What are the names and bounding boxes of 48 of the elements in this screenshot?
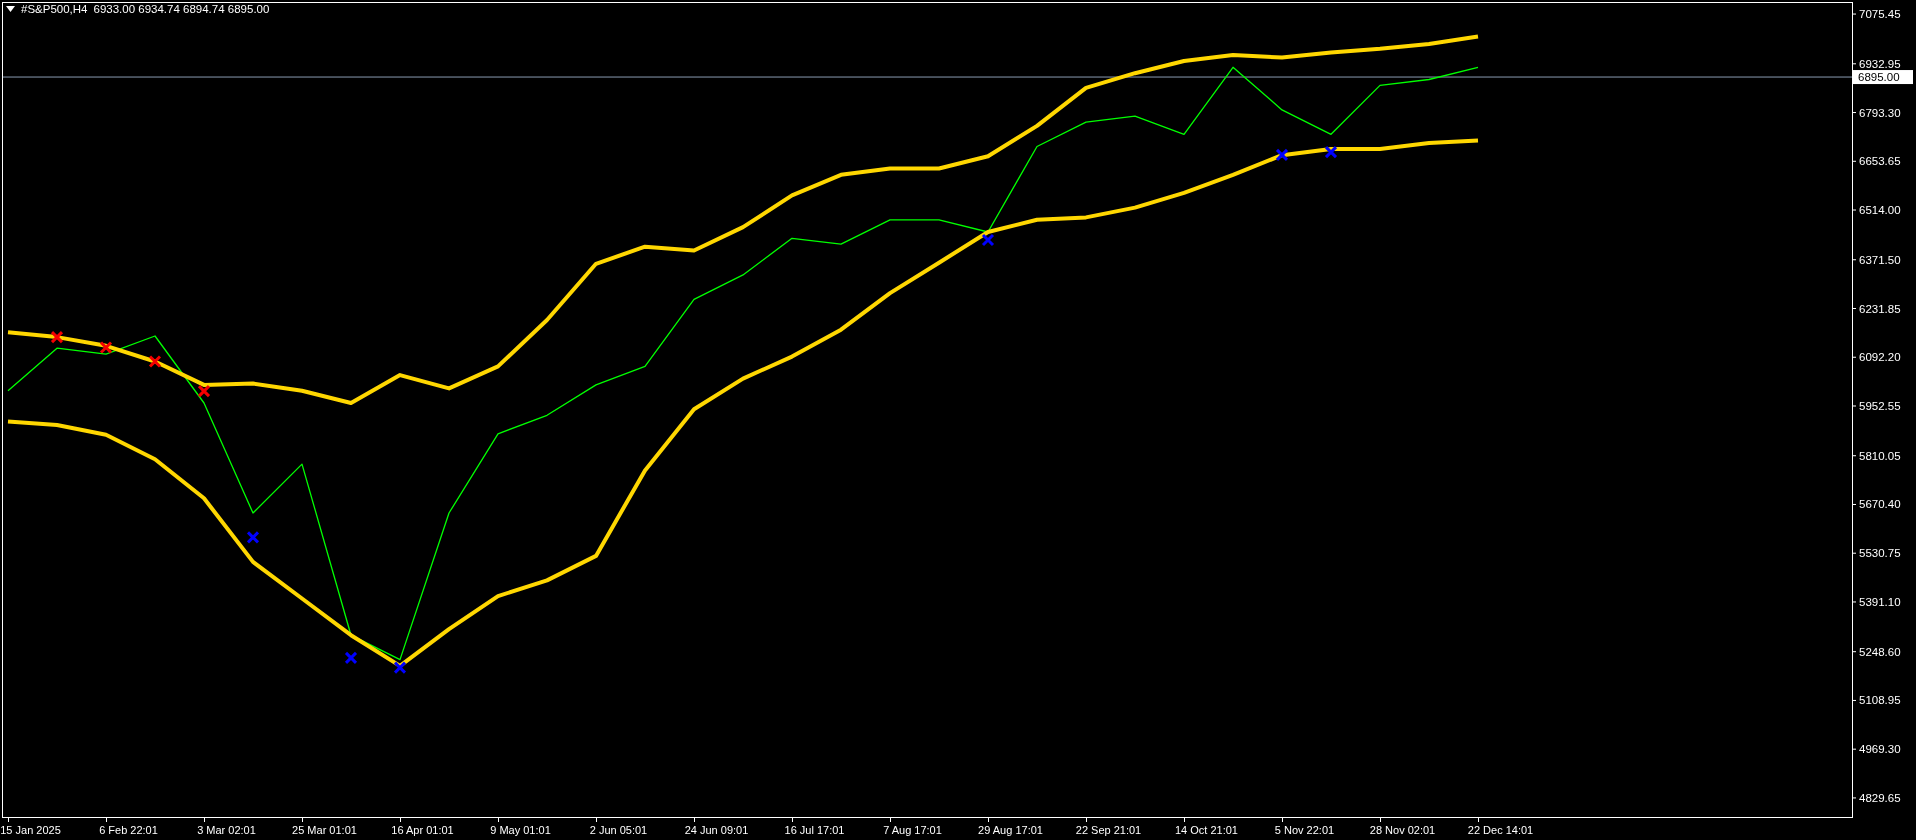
ref-line-label: 6895.00 <box>1858 71 1900 84</box>
price-axis-label: 6231.85 <box>1859 302 1901 315</box>
symbol-label: #S&P500,H4 <box>21 3 88 15</box>
time-axis-label: 24 Jun 09:01 <box>684 824 749 836</box>
time-axis-label: 7 Aug 17:01 <box>883 824 942 836</box>
time-axis-label: 22 Sep 21:01 <box>1075 824 1142 836</box>
price-axis-label: 5530.75 <box>1859 547 1901 560</box>
time-axis-label: 3 Mar 02:01 <box>197 824 256 836</box>
signal-cross-icon <box>1275 148 1289 162</box>
price-axis-label: 5952.55 <box>1859 400 1901 412</box>
price-axis-label: 6092.20 <box>1859 351 1901 364</box>
price-axis-label: 6371.50 <box>1859 253 1901 266</box>
time-axis-label: 16 Apr 01:01 <box>391 824 454 836</box>
time-axis-label: 16 Jul 17:01 <box>784 824 845 836</box>
price-quote: 6933.00 6934.74 6894.74 6895.00 <box>93 3 270 15</box>
signal-cross-icon <box>1324 145 1338 159</box>
price-axis-label: 4829.65 <box>1859 791 1901 804</box>
signal-cross-icon <box>50 330 64 344</box>
time-axis-label: 9 May 01:01 <box>490 824 551 836</box>
signal-cross-icon <box>393 661 407 675</box>
time-axis-label: 29 Aug 17:01 <box>978 824 1043 836</box>
price-axis-label: 5248.60 <box>1859 645 1901 658</box>
time-axis-label: 6 Feb 22:01 <box>99 824 158 836</box>
signal-cross-icon <box>246 530 260 544</box>
signal-cross-icon <box>344 651 358 665</box>
time-axis-label: 14 Oct 21:01 <box>1175 824 1238 836</box>
time-axis-label: 2 Jun 05:01 <box>589 824 648 836</box>
price-axis-label: 6793.30 <box>1859 106 1901 119</box>
price-axis-label: 5810.05 <box>1859 449 1901 462</box>
time-axis-label: 28 Nov 02:01 <box>1369 824 1436 836</box>
time-axis-label: 22 Dec 14:01 <box>1467 824 1534 836</box>
signal-cross-icon <box>981 233 995 247</box>
time-axis-label: 5 Nov 22:01 <box>1274 824 1335 836</box>
price-axis-label: 5670.40 <box>1859 498 1901 511</box>
price-axis-label: 6932.95 <box>1859 57 1901 70</box>
time-axis-label: 25 Mar 01:01 <box>292 824 357 836</box>
price-axis-label: 5391.10 <box>1859 595 1901 608</box>
signal-cross-icon <box>197 384 211 398</box>
dropdown-triangle-icon[interactable] <box>6 6 15 12</box>
price-axis-label: 6514.00 <box>1859 204 1901 217</box>
price-axis-label: 4969.30 <box>1859 743 1901 756</box>
time-axis-label: 15 Jan 2025 <box>0 824 61 836</box>
current-price-label: 6895.00 <box>1853 70 1913 85</box>
price-axis-label: 5108.95 <box>1859 694 1901 707</box>
signal-cross-icon <box>148 355 162 368</box>
price-axis-label: 7075.45 <box>1859 8 1901 21</box>
price-axis-label: 6653.65 <box>1859 155 1901 168</box>
signal-cross-icon <box>99 341 113 355</box>
